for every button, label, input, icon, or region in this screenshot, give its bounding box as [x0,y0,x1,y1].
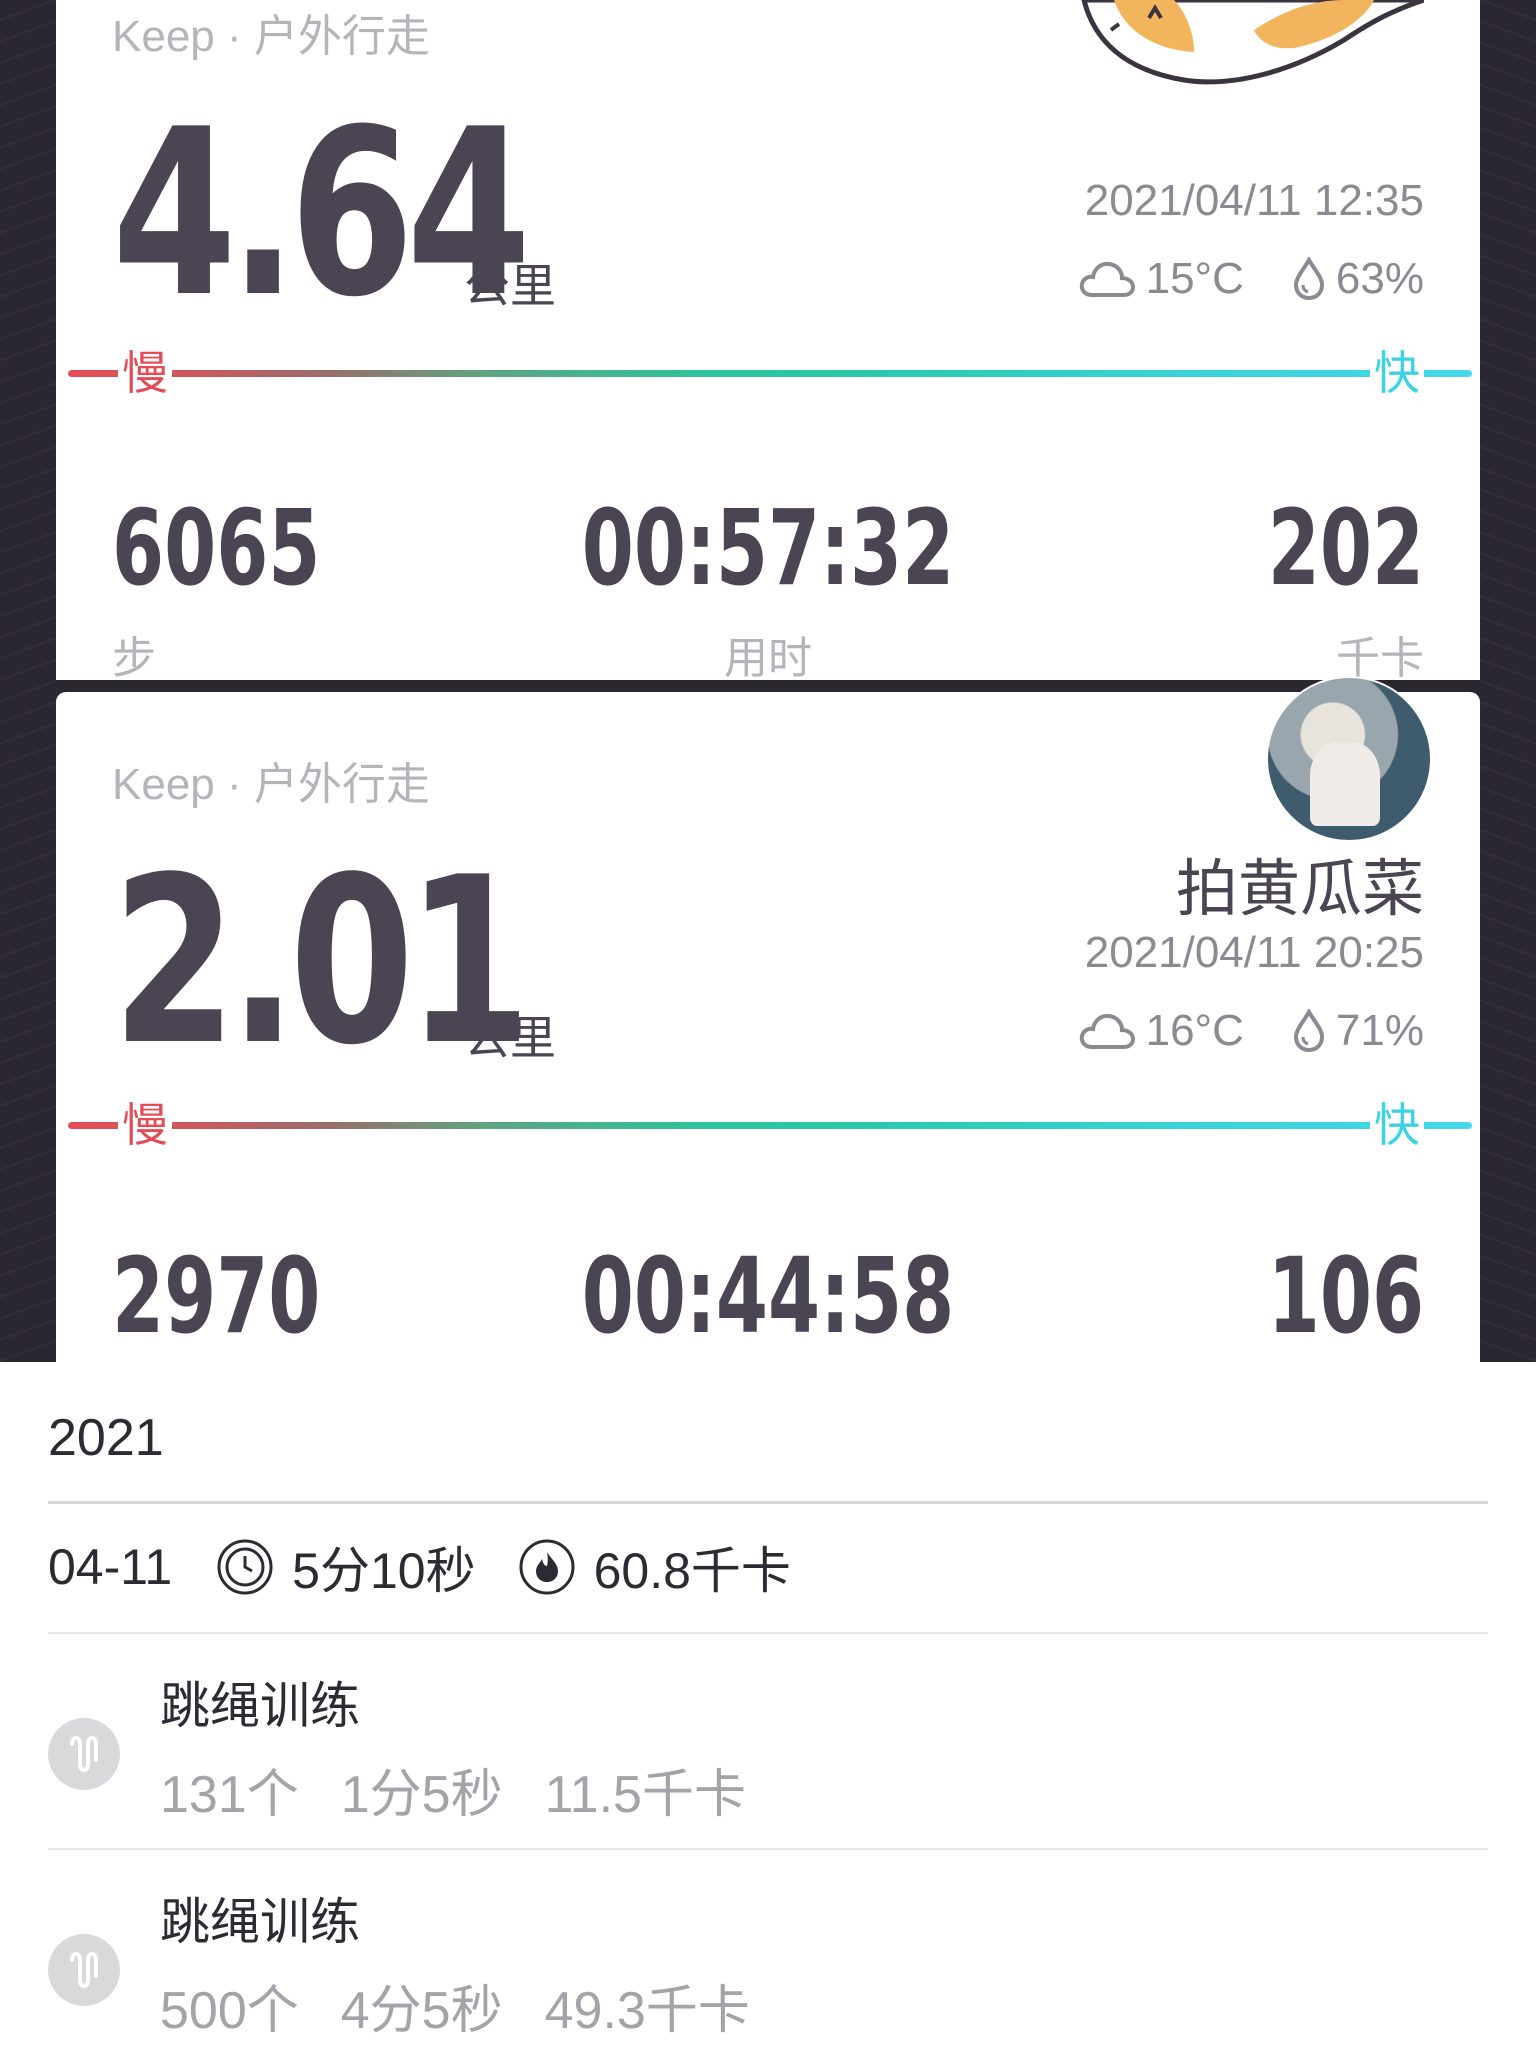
distance-value: 4.64 [112,81,531,348]
workout-stats: 500个 4分5秒 49.3千卡 [160,1968,750,2043]
distance-value: 2.01 [112,829,531,1096]
day-summary-row[interactable]: 04-11 5分10秒 60.8千卡 [48,1532,791,1602]
weather-info: 15°C 63% [1078,254,1424,304]
steps-value: 2970 [112,1235,321,1357]
temperature: 16°C [1145,1006,1244,1055]
distance-unit: 公里 [464,1012,556,1064]
workout-datetime: 2021/04/11 12:35 [1084,176,1424,225]
cloud-icon [1079,261,1135,297]
summary-duration: 5分10秒 [292,1543,476,1599]
workout-card-1[interactable]: Keep · 户外行走 4.64 公里 2021/04/11 12:35 15°… [56,0,1480,683]
workout-count: 500个 [160,1982,299,2040]
weather-info: 16°C 71% [1078,1006,1424,1056]
distance-unit: 公里 [464,260,556,312]
duration-label: 用时 [724,634,812,683]
divider [48,1501,1488,1504]
cat-mascot-illustration [1081,0,1424,85]
workout-history-panel: 2021 04-11 5分10秒 60.8千卡 跳绳训练 131个 1分5秒 1… [0,1362,1536,2048]
user-avatar[interactable] [1266,676,1432,842]
duration-value: 00:57:32 [581,487,955,609]
workout-calories: 49.3千卡 [544,1982,750,2040]
humidity-drop-icon [1293,1009,1324,1053]
cloud-icon [1079,1013,1135,1049]
calories-value: 202 [1267,487,1424,609]
clock-icon [217,1539,273,1595]
pace-slow-label: 慢 [118,350,172,396]
workout-stats: 131个 1分5秒 11.5千卡 [160,1752,746,1827]
duration-value: 00:44:58 [581,1235,955,1357]
divider [48,1632,1488,1634]
username: 拍黄瓜菜 [1175,855,1424,924]
flame-icon [519,1539,575,1595]
jump-rope-icon [48,1934,120,2006]
workout-duration: 1分5秒 [340,1766,503,1824]
workout-title: 跳绳训练 [160,1894,360,1950]
humidity: 63% [1335,254,1424,303]
summary-calories: 60.8千卡 [593,1543,791,1599]
pace-slow-label: 慢 [118,1102,172,1148]
workout-card-2[interactable]: Keep · 户外行走 2.01 公里 拍黄瓜菜 2021/04/11 20:2… [56,676,1480,1362]
pace-gradient-bar [68,370,1472,377]
workout-list-item[interactable]: 跳绳训练 131个 1分5秒 11.5千卡 [48,1652,1488,1852]
summary-date: 04-11 [48,1539,173,1595]
pace-fast-label: 快 [1370,350,1424,396]
workout-title: 跳绳训练 [160,1678,360,1734]
calories-value: 106 [1267,1235,1424,1357]
steps-value: 6065 [112,487,321,609]
workout-list-item[interactable]: 跳绳训练 500个 4分5秒 49.3千卡 [48,1868,1488,2068]
humidity-drop-icon [1293,257,1324,301]
workout-duration: 4分5秒 [340,1982,503,2040]
steps-label: 步 [112,634,156,683]
year-header: 2021 [48,1409,164,1467]
pace-fast-label: 快 [1370,1102,1424,1148]
workout-source-label: Keep · 户外行走 [112,760,430,809]
divider [48,1848,1488,1850]
workout-count: 131个 [160,1766,299,1824]
temperature: 15°C [1145,254,1244,303]
shared-cards-background: Keep · 户外行走 4.64 公里 2021/04/11 12:35 15°… [0,0,1536,1362]
humidity: 71% [1335,1006,1424,1055]
workout-calories: 11.5千卡 [544,1766,746,1824]
pace-gradient-bar [68,1122,1472,1129]
jump-rope-icon [48,1718,120,1790]
workout-datetime: 2021/04/11 20:25 [1084,928,1424,977]
workout-source-label: Keep · 户外行走 [112,12,430,61]
